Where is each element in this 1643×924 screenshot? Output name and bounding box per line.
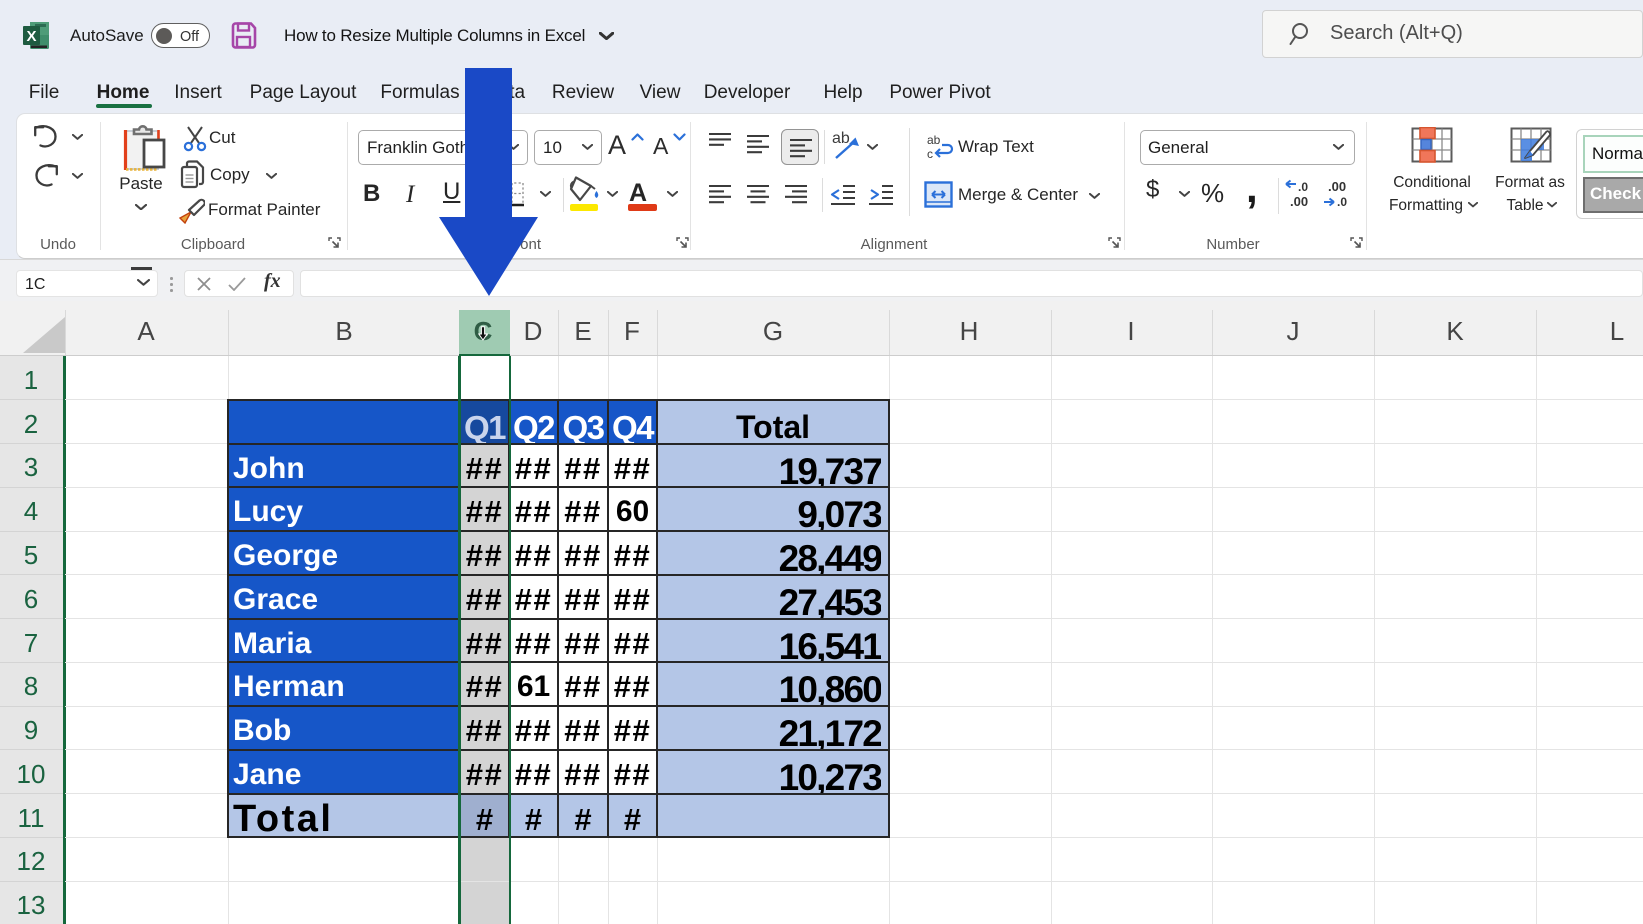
svg-text:ab: ab — [927, 133, 941, 147]
svg-text:c: c — [927, 147, 933, 161]
svg-text:.0: .0 — [1337, 195, 1347, 209]
svg-text:X: X — [26, 28, 36, 45]
svg-text:.00: .00 — [1328, 179, 1346, 194]
svg-text:.0: .0 — [1298, 180, 1308, 194]
svg-text:.00: .00 — [1290, 194, 1308, 209]
